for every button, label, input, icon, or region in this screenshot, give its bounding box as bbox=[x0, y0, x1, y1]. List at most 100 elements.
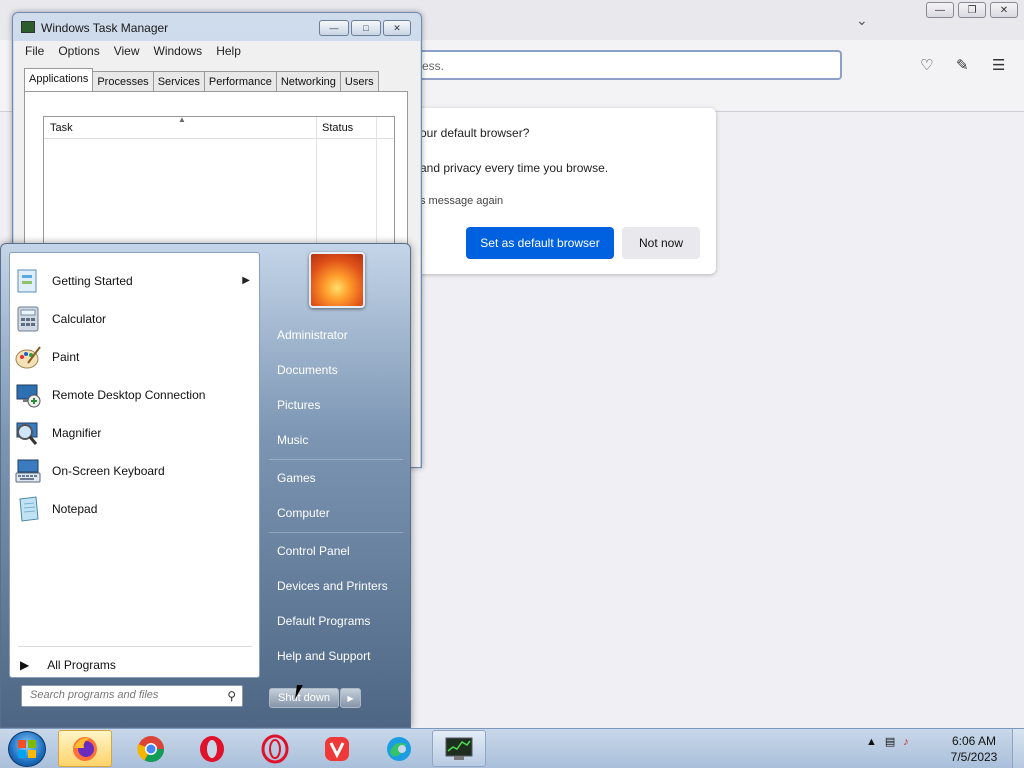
taskbar-firefox[interactable] bbox=[58, 730, 112, 767]
program-getting-started[interactable]: Getting Started ▶ bbox=[12, 264, 258, 298]
opera-icon bbox=[200, 735, 224, 762]
link-computer[interactable]: Computer bbox=[277, 506, 330, 520]
opera-gx-icon bbox=[261, 734, 289, 763]
program-calculator[interactable]: Calculator bbox=[12, 302, 258, 336]
tab-processes[interactable]: Processes bbox=[92, 71, 154, 91]
shutdown-options-arrow-icon[interactable]: ▶ bbox=[340, 688, 361, 708]
minimize-button[interactable]: — bbox=[319, 20, 349, 36]
close-button[interactable]: ✕ bbox=[383, 20, 411, 36]
chrome-icon bbox=[137, 735, 165, 762]
magnifier-icon bbox=[12, 417, 44, 449]
program-label: Remote Desktop Connection bbox=[52, 388, 206, 402]
tab-applications[interactable]: Applications bbox=[24, 68, 94, 92]
user-avatar[interactable] bbox=[309, 252, 365, 308]
window-title: Windows Task Manager bbox=[41, 21, 169, 35]
taskbar-vivaldi[interactable] bbox=[310, 730, 364, 767]
maximize-button[interactable]: □ bbox=[351, 20, 381, 36]
taskbar-opera-gx[interactable] bbox=[248, 730, 302, 767]
pocket-icon[interactable]: ♡ bbox=[920, 56, 933, 74]
link-music[interactable]: Music bbox=[277, 433, 308, 447]
divider bbox=[18, 646, 252, 647]
show-desktop-button[interactable] bbox=[1012, 729, 1024, 768]
search-icon[interactable]: ⚲ bbox=[227, 689, 236, 703]
prompt-question: our default browser? bbox=[420, 126, 530, 140]
tab-services[interactable]: Services bbox=[152, 71, 205, 91]
programs-pane: Getting Started ▶ Calculator Paint Remot… bbox=[9, 252, 260, 678]
program-remote-desktop[interactable]: Remote Desktop Connection bbox=[12, 378, 258, 412]
network-icon[interactable]: ▤ bbox=[885, 735, 895, 748]
task-manager-icon bbox=[21, 21, 35, 33]
link-control-panel[interactable]: Control Panel bbox=[277, 544, 350, 558]
link-pictures[interactable]: Pictures bbox=[277, 398, 320, 412]
url-bar[interactable]: ess. bbox=[380, 50, 842, 80]
taskbar-chrome[interactable] bbox=[124, 730, 178, 767]
divider bbox=[269, 459, 403, 460]
menu-options[interactable]: Options bbox=[58, 44, 99, 61]
menu-file[interactable]: File bbox=[25, 44, 44, 61]
column-task[interactable]: Task bbox=[50, 122, 73, 134]
task-manager-icon bbox=[445, 737, 473, 760]
menu-view[interactable]: View bbox=[114, 44, 140, 61]
clock-date: 7/5/2023 bbox=[950, 750, 998, 764]
extensions-icon[interactable]: ✎ bbox=[956, 56, 969, 74]
default-browser-prompt: our default browser? and privacy every t… bbox=[380, 108, 716, 274]
program-paint[interactable]: Paint bbox=[12, 340, 258, 374]
taskbar-task-manager[interactable] bbox=[432, 730, 486, 767]
divider bbox=[269, 532, 403, 533]
restore-button[interactable]: ❐ bbox=[958, 2, 986, 18]
menu-icon[interactable]: ☰ bbox=[992, 56, 1005, 74]
firefox-icon bbox=[73, 736, 97, 761]
windows-logo-icon bbox=[18, 740, 36, 758]
program-label: Paint bbox=[52, 350, 80, 364]
menu-bar: File Options View Windows Help bbox=[14, 41, 420, 61]
link-documents[interactable]: Documents bbox=[277, 363, 338, 377]
keyboard-icon bbox=[12, 455, 44, 487]
notepad-icon bbox=[12, 493, 44, 525]
taskbar-opera[interactable] bbox=[185, 730, 239, 767]
sort-arrow-icon: ▲ bbox=[178, 115, 186, 124]
link-help-and-support[interactable]: Help and Support bbox=[277, 649, 370, 663]
column-status[interactable]: Status bbox=[322, 122, 353, 134]
clock-time: 6:06 AM bbox=[951, 734, 997, 748]
menu-help[interactable]: Help bbox=[216, 44, 241, 61]
clock[interactable]: 6:06 AM 7/5/2023 bbox=[944, 733, 1004, 765]
program-on-screen-keyboard[interactable]: On-Screen Keyboard bbox=[12, 454, 258, 488]
list-header: Task ▲ Status bbox=[44, 115, 394, 139]
calculator-icon bbox=[12, 303, 44, 335]
tab-performance[interactable]: Performance bbox=[203, 71, 277, 91]
close-button[interactable]: ✕ bbox=[990, 2, 1018, 18]
system-tray: ▲ ▤ ♪ bbox=[866, 735, 909, 749]
program-magnifier[interactable]: Magnifier bbox=[12, 416, 258, 450]
link-default-programs[interactable]: Default Programs bbox=[277, 614, 370, 628]
browser-window-controls: — ❐ ✕ bbox=[926, 2, 1018, 18]
minimize-button[interactable]: — bbox=[926, 2, 954, 18]
getting-started-icon bbox=[12, 265, 44, 297]
show-hidden-icons-icon[interactable]: ▲ bbox=[866, 736, 877, 748]
set-default-browser-button[interactable]: Set as default browser bbox=[466, 227, 614, 259]
menu-windows[interactable]: Windows bbox=[154, 44, 203, 61]
link-administrator[interactable]: Administrator bbox=[277, 328, 348, 342]
edge-icon bbox=[387, 736, 411, 761]
program-label: On-Screen Keyboard bbox=[52, 464, 165, 478]
vivaldi-icon bbox=[325, 736, 349, 761]
volume-muted-icon[interactable]: ♪ bbox=[903, 736, 909, 748]
dont-show-checkbox-label[interactable]: s message again bbox=[420, 195, 503, 207]
program-label: Notepad bbox=[52, 502, 98, 516]
tab-list-chevron-icon[interactable]: ⌄ bbox=[856, 12, 868, 29]
search-input[interactable]: Search programs and files ⚲ bbox=[21, 685, 243, 707]
program-label: Getting Started bbox=[52, 274, 133, 288]
submenu-arrow-icon: ▶ bbox=[242, 275, 250, 286]
taskbar-edge[interactable] bbox=[372, 730, 426, 767]
start-menu: Getting Started ▶ Calculator Paint Remot… bbox=[0, 243, 411, 728]
program-notepad[interactable]: Notepad bbox=[12, 492, 258, 526]
tab-strip: Applications Processes Services Performa… bbox=[24, 67, 379, 92]
not-now-button[interactable]: Not now bbox=[622, 227, 700, 259]
all-programs-button[interactable]: ▶ All Programs bbox=[20, 658, 116, 672]
mouse-cursor-icon bbox=[295, 685, 309, 699]
tab-users[interactable]: Users bbox=[339, 71, 379, 91]
link-games[interactable]: Games bbox=[277, 471, 316, 485]
tab-networking[interactable]: Networking bbox=[275, 71, 341, 91]
paint-icon bbox=[12, 341, 44, 373]
link-devices-and-printers[interactable]: Devices and Printers bbox=[277, 579, 388, 593]
start-button[interactable] bbox=[8, 731, 46, 767]
